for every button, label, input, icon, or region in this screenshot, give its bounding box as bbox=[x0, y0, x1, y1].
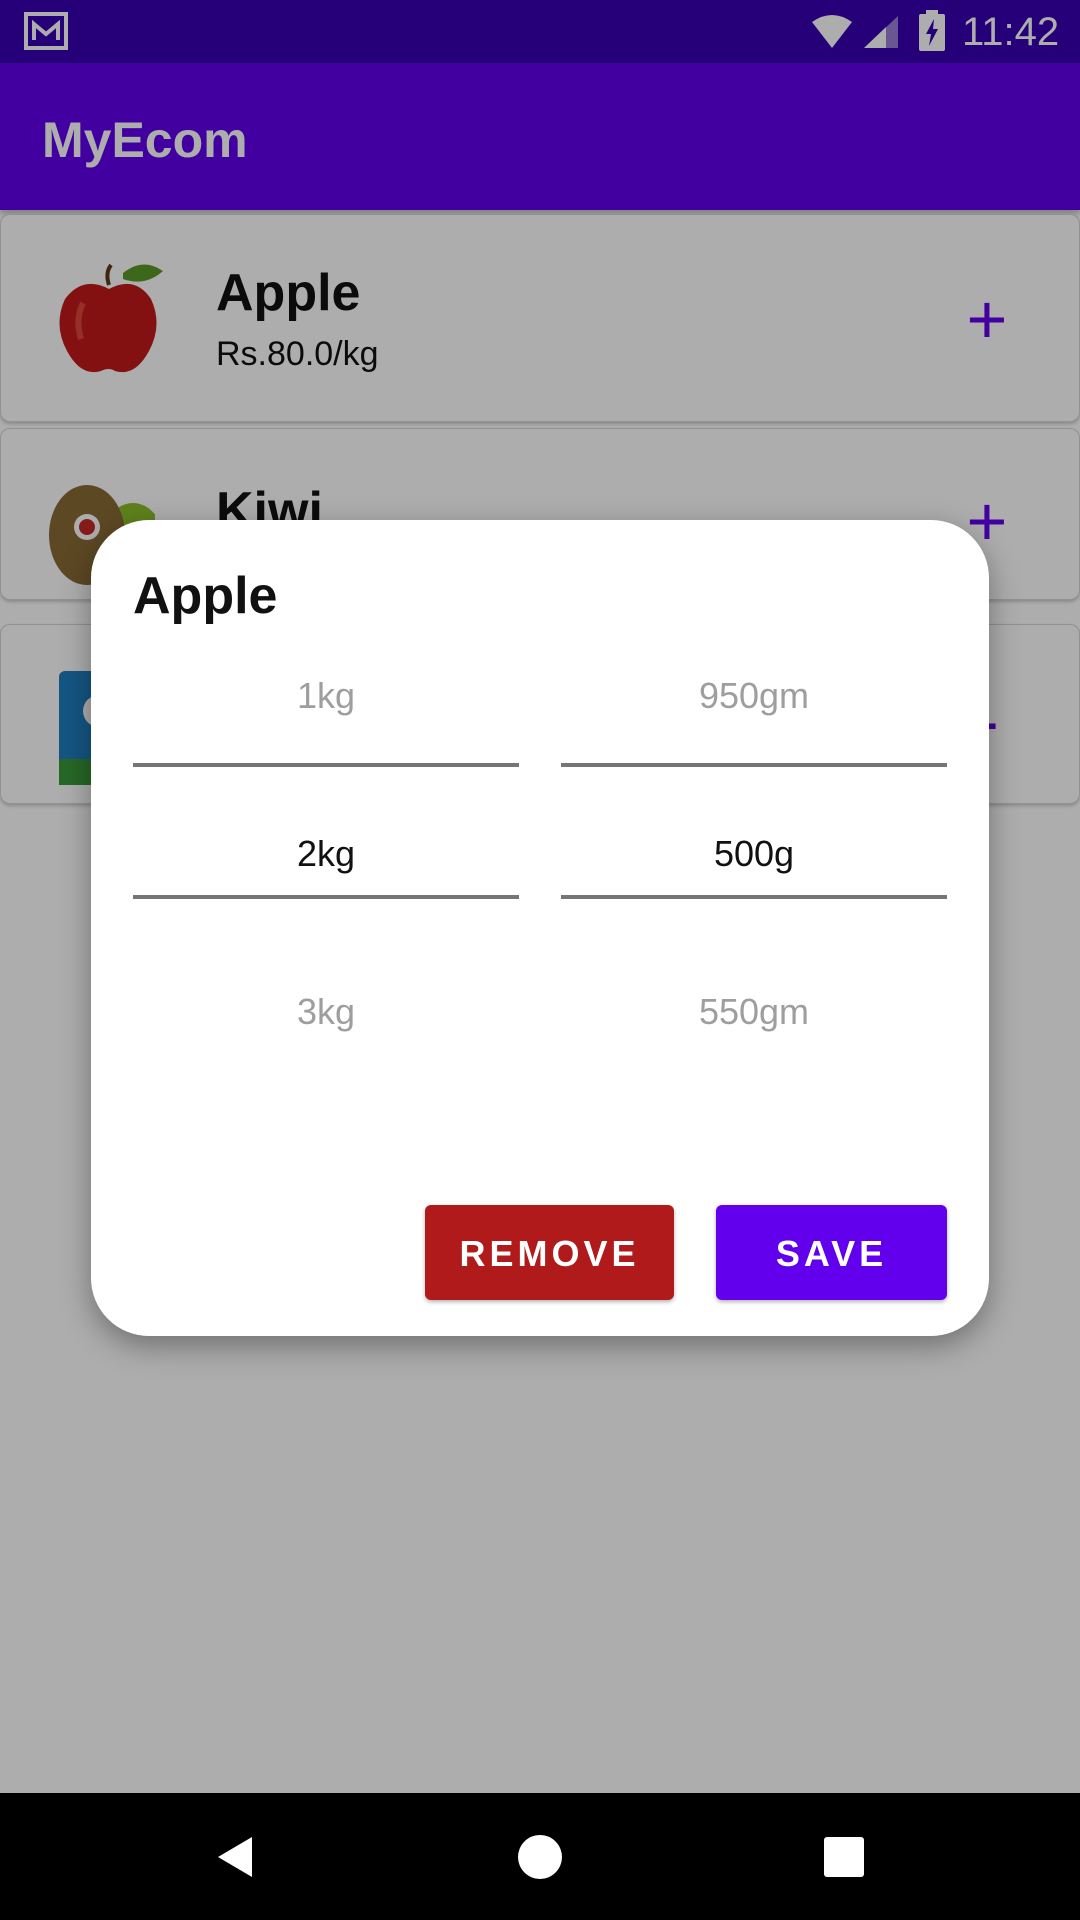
kg-option-selected[interactable]: 2kg bbox=[133, 833, 519, 875]
back-icon[interactable] bbox=[212, 1833, 260, 1881]
home-icon[interactable] bbox=[516, 1833, 564, 1881]
save-button[interactable]: SAVE bbox=[716, 1205, 947, 1300]
kg-option-above[interactable]: 1kg bbox=[133, 675, 519, 717]
recents-icon[interactable] bbox=[820, 1833, 868, 1881]
kg-option-below[interactable]: 3kg bbox=[133, 991, 519, 1033]
picker-divider bbox=[133, 895, 519, 899]
picker-divider bbox=[561, 895, 947, 899]
picker-divider bbox=[561, 763, 947, 767]
picker-divider bbox=[133, 763, 519, 767]
quantity-dialog: Apple 1kg 2kg 3kg 950gm 500g 550gm REMOV… bbox=[91, 520, 989, 1336]
gram-picker[interactable]: 950gm 500g 550gm bbox=[561, 665, 947, 1032]
gram-option-selected[interactable]: 500g bbox=[561, 833, 947, 875]
kg-picker[interactable]: 1kg 2kg 3kg bbox=[133, 665, 519, 1032]
navigation-bar bbox=[0, 1793, 1080, 1920]
dialog-title: Apple bbox=[133, 567, 278, 625]
gram-option-above[interactable]: 950gm bbox=[561, 675, 947, 717]
gram-option-below[interactable]: 550gm bbox=[561, 991, 947, 1033]
remove-button[interactable]: REMOVE bbox=[425, 1205, 674, 1300]
